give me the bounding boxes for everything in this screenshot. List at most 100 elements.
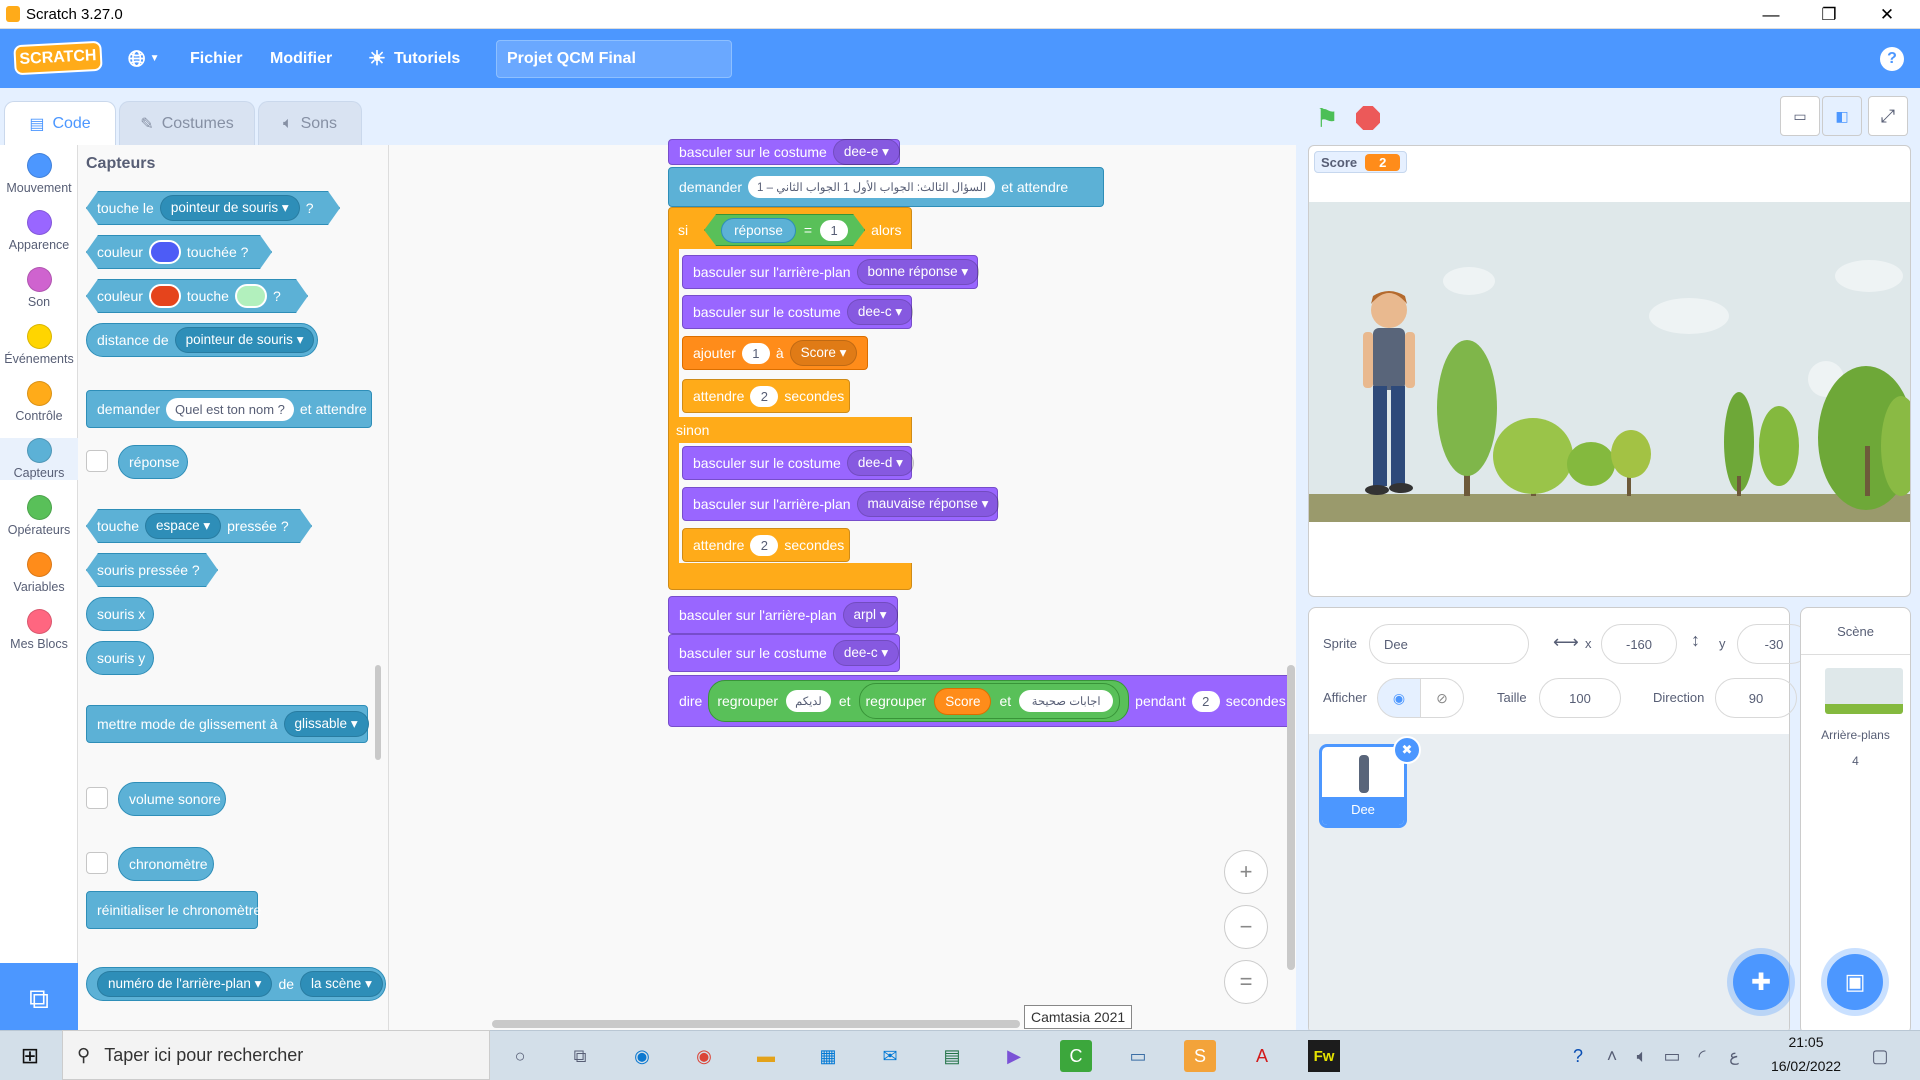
category-mes-blocs[interactable]: Mes Blocs xyxy=(0,609,78,651)
display-app-icon[interactable]: ▭ xyxy=(1122,1040,1154,1072)
show-sprite-button[interactable]: ◉ xyxy=(1377,678,1421,718)
color-swatch[interactable] xyxy=(235,284,267,308)
small-stage-button[interactable]: ▭ xyxy=(1780,96,1820,136)
clock-time[interactable]: 21:05 xyxy=(1764,1034,1848,1050)
category-capteurs[interactable]: Capteurs xyxy=(0,438,78,480)
join-operator[interactable]: regrouper Score et اجابات صحيحة xyxy=(858,683,1121,719)
dee-sprite[interactable] xyxy=(1349,282,1429,512)
ask-question-input[interactable]: السؤال الثالث: الجواب الأول 1 الجواب الث… xyxy=(748,176,996,198)
camtasia-icon[interactable]: C xyxy=(1060,1040,1092,1072)
category-contr-le[interactable]: Contrôle xyxy=(0,381,78,423)
stop-button[interactable] xyxy=(1356,106,1380,130)
switch-costume-block[interactable]: basculer sur le costume dee-c ▾ xyxy=(682,295,914,329)
ask-block[interactable]: demander Quel est ton nom ? et attendre xyxy=(86,390,372,428)
distance-block[interactable]: distance de pointeur de souris ▾ xyxy=(86,323,318,357)
answer-checkbox[interactable] xyxy=(86,450,108,472)
file-explorer-icon[interactable]: ▬ xyxy=(750,1040,782,1072)
drag-mode-block[interactable]: mettre mode de glissement à glissable ▾ xyxy=(86,705,369,743)
switch-costume-block[interactable]: basculer sur le costume dee-c ▾ xyxy=(668,634,900,672)
distance-dropdown[interactable]: pointeur de souris ▾ xyxy=(174,327,315,353)
costume-dropdown[interactable]: dee-c ▾ xyxy=(846,299,914,325)
stage-target-pane[interactable]: Scène Arrière-plans 4 ▣ xyxy=(1800,607,1911,1035)
reset-timer-block[interactable]: réinitialiser le chronomètre xyxy=(86,891,261,929)
drag-mode-dropdown[interactable]: glissable ▾ xyxy=(283,711,369,737)
score-reporter[interactable]: Score xyxy=(934,687,992,715)
store-icon[interactable]: ▦ xyxy=(812,1040,844,1072)
backdrop-dropdown[interactable]: mauvaise réponse ▾ xyxy=(856,491,1000,517)
mouse-x-reporter[interactable]: souris x xyxy=(86,597,154,631)
start-button[interactable]: ⊞ xyxy=(14,1040,46,1072)
ask-and-wait-block[interactable]: demander السؤال الثالث: الجواب الأول 1 ا… xyxy=(668,167,1104,207)
zoom-in-button[interactable]: + xyxy=(1224,850,1268,894)
join-operator[interactable]: regrouper لديكم et regrouper Score et اج… xyxy=(708,680,1130,722)
key-pressed-block[interactable]: touche espace ▾ pressée ? xyxy=(86,509,312,543)
touching-block[interactable]: touche le pointeur de souris ▾ ? xyxy=(86,191,340,225)
cortana-icon[interactable]: ○ xyxy=(504,1040,536,1072)
mouse-down-block[interactable]: souris pressée ? xyxy=(86,553,218,587)
equals-value-input[interactable]: 1 xyxy=(820,220,848,241)
sprite-name-input[interactable]: Dee xyxy=(1369,624,1529,664)
wait-block[interactable]: attendre 2 secondes xyxy=(682,528,850,562)
workspace-vscrollbar[interactable] xyxy=(1287,665,1295,970)
scratch-logo[interactable]: SCRATCH xyxy=(13,40,103,76)
zoom-out-button[interactable]: − xyxy=(1224,905,1268,949)
media-player-icon[interactable]: ▶ xyxy=(998,1040,1030,1072)
stage-canvas[interactable]: Score 2 xyxy=(1308,145,1911,597)
backdrop-dropdown[interactable]: arpl ▾ xyxy=(842,602,898,628)
large-stage-button[interactable]: ◧ xyxy=(1822,96,1862,136)
size-input[interactable]: 100 xyxy=(1539,678,1621,718)
category-variables[interactable]: Variables xyxy=(0,552,78,594)
battery-icon[interactable]: ▭ xyxy=(1656,1040,1688,1072)
equals-operator[interactable]: réponse = 1 xyxy=(704,214,865,246)
tab-costumes[interactable]: ✎ Costumes xyxy=(119,101,255,145)
backdrop-of-block[interactable]: numéro de l'arrière-plan ▾ de la scène ▾ xyxy=(86,967,386,1001)
join-string-input[interactable]: اجابات صحيحة xyxy=(1019,690,1114,712)
category-son[interactable]: Son xyxy=(0,267,78,309)
wait-seconds-input[interactable]: 2 xyxy=(750,385,779,407)
help-tray-icon[interactable]: ? xyxy=(1562,1040,1594,1072)
answer-reporter[interactable]: réponse xyxy=(118,445,188,479)
notifications-icon[interactable]: ▢ xyxy=(1864,1040,1896,1072)
close-button[interactable]: ✕ xyxy=(1858,0,1916,29)
minimize-button[interactable]: — xyxy=(1742,0,1800,29)
taskbar-search[interactable]: ⚲ Taper ici pour rechercher xyxy=(62,1030,490,1080)
hide-sprite-button[interactable]: ⊘ xyxy=(1420,678,1464,718)
category-mouvement[interactable]: Mouvement xyxy=(0,153,78,195)
green-flag-button[interactable]: ⚑ xyxy=(1312,103,1342,133)
choose-sprite-button[interactable]: ✚ xyxy=(1733,954,1789,1010)
fireworks-icon[interactable]: Fw xyxy=(1308,1040,1340,1072)
color-swatch[interactable] xyxy=(149,240,181,264)
mail-icon[interactable]: ✉ xyxy=(874,1040,906,1072)
edit-menu[interactable]: Modifier xyxy=(270,29,332,88)
chrome-icon[interactable]: ◉ xyxy=(688,1040,720,1072)
color-touching-color-block[interactable]: couleur touche ? xyxy=(86,279,308,313)
costume-dropdown[interactable]: dee-d ▾ xyxy=(846,450,914,476)
key-dropdown[interactable]: espace ▾ xyxy=(145,513,221,539)
switch-costume-block[interactable]: basculer sur le costume dee-d ▾ xyxy=(682,446,914,480)
say-seconds-input[interactable]: 2 xyxy=(1191,690,1220,712)
direction-input[interactable]: 90 xyxy=(1715,678,1797,718)
category-op-rateurs[interactable]: Opérateurs xyxy=(0,495,78,537)
project-title-input[interactable]: Projet QCM Final xyxy=(496,40,732,78)
loudness-reporter[interactable]: volume sonore xyxy=(118,782,226,816)
edge-icon[interactable]: ◉ xyxy=(626,1040,658,1072)
acrobat-icon[interactable]: A xyxy=(1246,1040,1278,1072)
switch-costume-block[interactable]: basculer sur le costume dee-e ▾ xyxy=(668,139,900,165)
task-view-icon[interactable]: ⧉ xyxy=(564,1040,596,1072)
tab-code[interactable]: ▤ Code xyxy=(4,101,116,146)
mouse-y-reporter[interactable]: souris y xyxy=(86,641,154,675)
excel-icon[interactable]: ▤ xyxy=(936,1040,968,1072)
fullscreen-button[interactable]: ⤢ xyxy=(1868,96,1908,136)
language-menu[interactable]: 🌐︎ ▼ xyxy=(128,29,160,88)
switch-backdrop-block[interactable]: basculer sur l'arrière-plan arpl ▾ xyxy=(668,596,898,634)
workspace-hscrollbar[interactable] xyxy=(492,1020,1020,1028)
scratch-taskbar-icon[interactable]: S xyxy=(1184,1040,1216,1072)
switch-backdrop-block[interactable]: basculer sur l'arrière-plan mauvaise rép… xyxy=(682,487,1000,521)
maximize-button[interactable]: ❐ xyxy=(1800,0,1858,29)
delete-sprite-button[interactable]: ✖ xyxy=(1393,736,1421,764)
timer-checkbox[interactable] xyxy=(86,852,108,874)
backdrop-property-dropdown[interactable]: numéro de l'arrière-plan ▾ xyxy=(97,971,273,997)
input-language[interactable]: ع xyxy=(1718,1040,1750,1072)
costume-dropdown[interactable]: dee-e ▾ xyxy=(832,139,900,165)
switch-backdrop-block[interactable]: basculer sur l'arrière-plan bonne répons… xyxy=(682,255,980,289)
